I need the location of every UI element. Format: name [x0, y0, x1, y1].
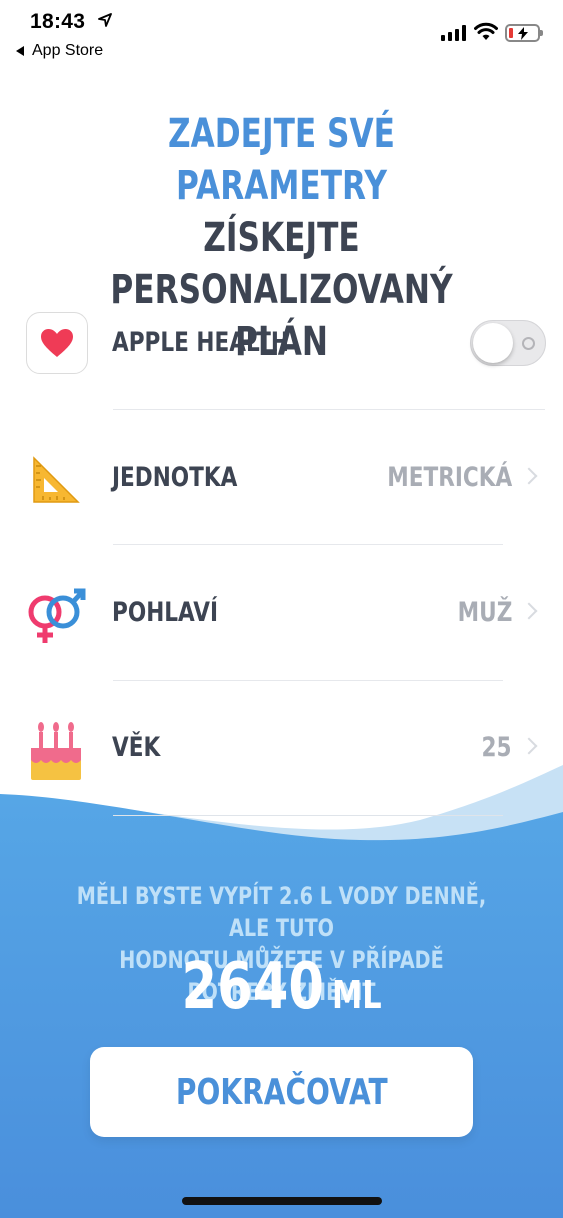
- chevron-right-icon: [520, 467, 538, 485]
- divider: [113, 815, 503, 816]
- toggle-off-indicator: [522, 337, 535, 350]
- chevron-right-icon: [520, 737, 538, 755]
- divider: [113, 680, 503, 681]
- continue-button-label: POKRAČOVAT: [175, 1071, 388, 1113]
- title-line-1: ZADEJTE SVÉ PARAMETRY: [168, 111, 395, 209]
- age-value: 25: [481, 732, 512, 763]
- row-label: APPLE HEALTH: [112, 327, 289, 358]
- apple-health-toggle[interactable]: [470, 320, 546, 366]
- wifi-icon: [474, 22, 498, 40]
- battery-charging-icon: [505, 24, 543, 42]
- signal-icon: [441, 25, 466, 41]
- clock: 18:43: [30, 10, 86, 33]
- title-line-2: ZÍSKEJTE PERSONALIZOVANÝ: [110, 215, 453, 313]
- divider: [113, 409, 545, 410]
- water-amount[interactable]: 2640 ML: [56, 950, 506, 1024]
- continue-button[interactable]: POKRAČOVAT: [90, 1047, 473, 1137]
- home-indicator[interactable]: [182, 1197, 382, 1205]
- recommendation-line-1: MĚLI BYSTE VYPÍT 2.6 L VODY DENNĚ, ALE T…: [76, 882, 487, 942]
- row-label: POHLAVÍ: [112, 597, 219, 628]
- location-arrow-icon: [98, 13, 112, 27]
- amount-value: 2640: [181, 950, 324, 1024]
- back-label: App Store: [32, 42, 104, 59]
- chevron-right-icon: [520, 602, 538, 620]
- status-bar: 18:43 App Store: [0, 0, 563, 70]
- heart-icon: [26, 312, 88, 374]
- back-icon: [16, 46, 24, 56]
- gender-icon: [24, 583, 88, 647]
- back-to-app-store[interactable]: App Store: [16, 42, 103, 60]
- unit-value: METRICKÁ: [387, 462, 512, 493]
- toggle-knob: [473, 323, 513, 363]
- row-unit[interactable]: JEDNOTKA METRICKÁ: [0, 440, 563, 540]
- divider: [113, 544, 503, 545]
- row-gender[interactable]: POHLAVÍ MUŽ: [0, 575, 563, 675]
- row-label: VĚK: [112, 732, 161, 763]
- gender-value: MUŽ: [457, 597, 512, 628]
- ruler-triangle-icon: [24, 448, 88, 512]
- amount-unit: ML: [331, 973, 382, 1017]
- row-label: JEDNOTKA: [112, 462, 238, 493]
